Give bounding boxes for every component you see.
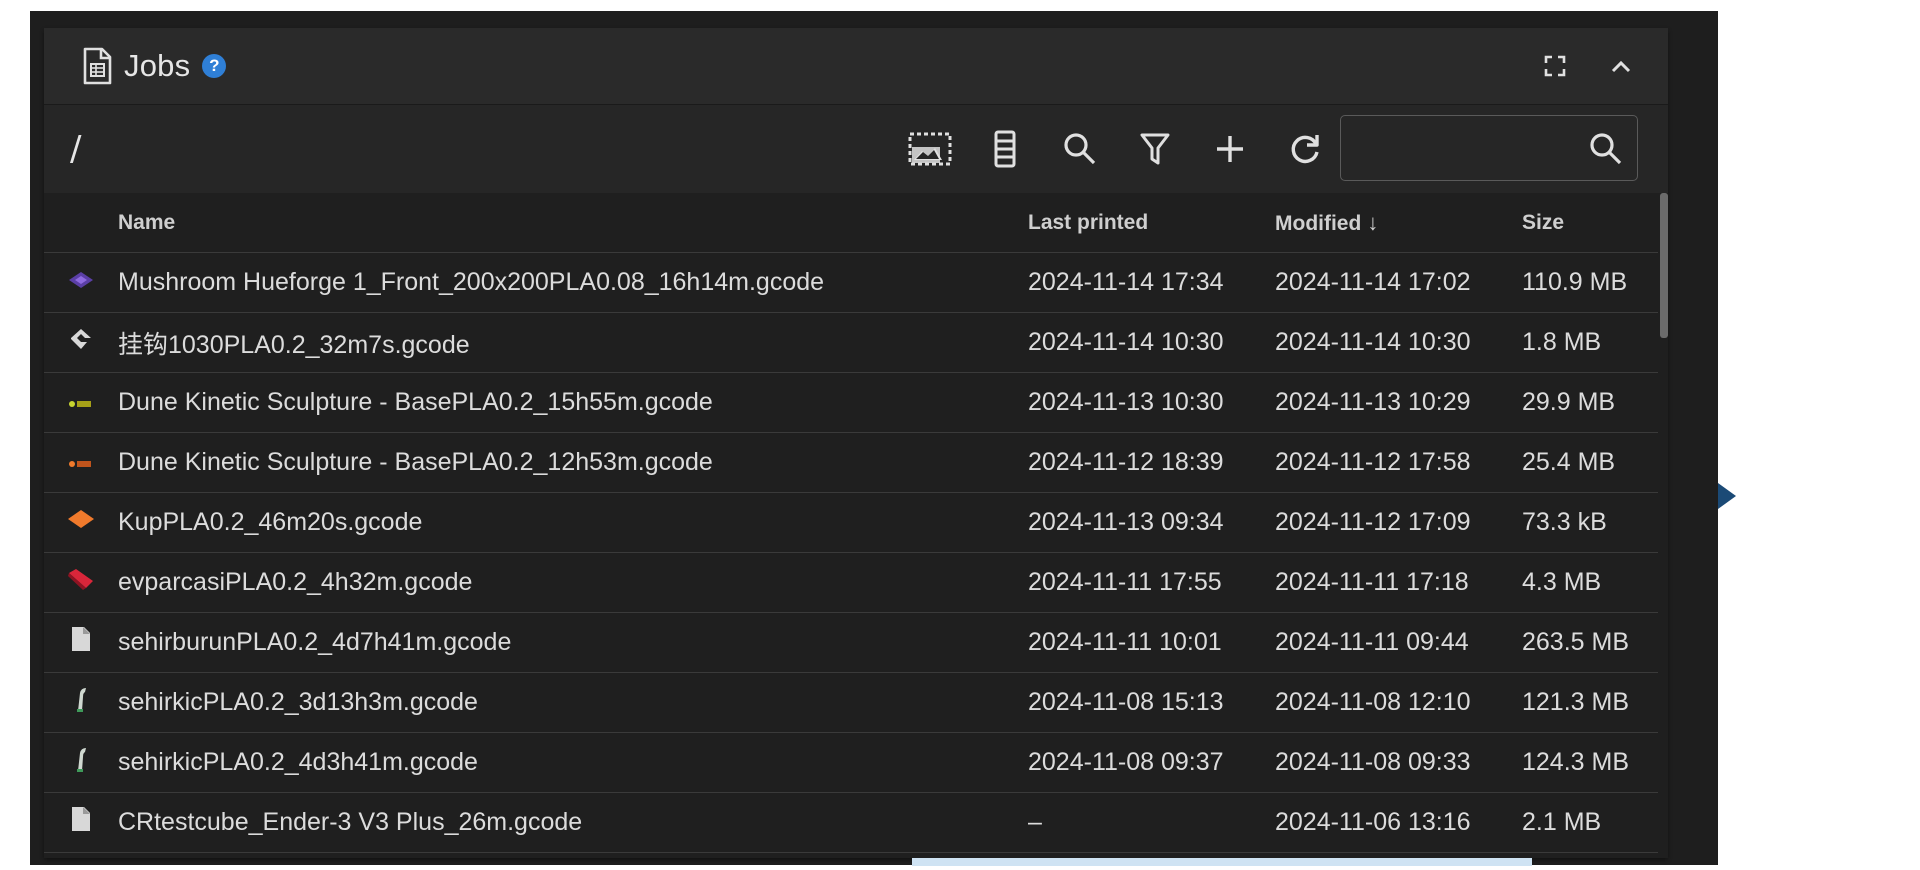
collapse-chevron-up-icon[interactable] (1610, 58, 1632, 74)
add-icon[interactable] (1192, 105, 1267, 193)
last-printed: – (1028, 792, 1275, 853)
last-printed: 2024-11-08 15:13 (1028, 672, 1275, 733)
diamond-thumb-icon (44, 492, 118, 553)
last-printed: 2024-11-11 10:01 (1028, 612, 1275, 673)
fullscreen-icon[interactable] (1544, 55, 1566, 77)
table-row[interactable]: KupPLA0.2_46m20s.gcode 2024-11-13 09:34 … (44, 492, 1658, 553)
table-row[interactable]: sehirkicPLA0.2_3d13h3m.gcode 2024-11-08 … (44, 672, 1658, 733)
header-modified[interactable]: Modified ↓ (1275, 193, 1522, 253)
last-printed: 2024-11-13 09:34 (1028, 492, 1275, 553)
table-row[interactable]: sehirkicPLA0.2_4d3h41m.gcode 2024-11-08 … (44, 732, 1658, 793)
header-thumbnail (44, 193, 118, 253)
file-name: 挂钩1030PLA0.2_32m7s.gcode (118, 312, 1028, 373)
document-icon (80, 45, 114, 87)
file-name: CRtestcube_Ender-3 V3 Plus_26m.gcode (118, 792, 1028, 853)
last-printed: 2024-11-13 10:30 (1028, 372, 1275, 433)
table-row[interactable]: 挂钩1030PLA0.2_32m7s.gcode 2024-11-14 10:3… (44, 312, 1658, 373)
search-input[interactable] (1353, 116, 1577, 182)
jobs-table: Name Last printed Modified ↓ Size Mushroo… (44, 193, 1658, 853)
modified-date: 2024-11-12 17:58 (1275, 432, 1522, 493)
search-icon[interactable] (1042, 105, 1117, 193)
header-modified-label: Modified (1275, 211, 1362, 235)
last-printed: 2024-11-08 09:37 (1028, 732, 1275, 793)
file-size: 4.3 MB (1522, 552, 1658, 613)
file-size: 2.1 MB (1522, 792, 1658, 853)
file-size: 1.8 MB (1522, 312, 1658, 373)
file-icon (44, 612, 118, 673)
last-printed: 2024-11-14 10:30 (1028, 312, 1275, 373)
file-size: 263.5 MB (1522, 612, 1658, 673)
last-printed: 2024-11-11 17:55 (1028, 552, 1275, 613)
table-row[interactable]: Mushroom Hueforge 1_Front_200x200PLA0.08… (44, 252, 1658, 313)
file-size: 29.9 MB (1522, 372, 1658, 433)
modified-date: 2024-11-14 17:02 (1275, 252, 1522, 313)
file-size: 121.3 MB (1522, 672, 1658, 733)
file-name: sehirburunPLA0.2_4d7h41m.gcode (118, 612, 1028, 673)
file-name: evparcasiPLA0.2_4h32m.gcode (118, 552, 1028, 613)
card-header: Jobs ? (44, 28, 1668, 105)
header-last-printed[interactable]: Last printed (1028, 193, 1275, 253)
file-name: KupPLA0.2_46m20s.gcode (118, 492, 1028, 553)
modified-date: 2024-11-13 10:29 (1275, 372, 1522, 433)
table-row[interactable]: sehirburunPLA0.2_4d7h41m.gcode 2024-11-1… (44, 612, 1658, 673)
thumbnail-toggle-icon[interactable] (892, 105, 967, 193)
jobs-table-container: Name Last printed Modified ↓ Size Mushroo… (44, 193, 1668, 858)
file-name: sehirkicPLA0.2_3d13h3m.gcode (118, 672, 1028, 733)
refresh-icon[interactable] (1267, 105, 1342, 193)
modified-date: 2024-11-08 09:33 (1275, 732, 1522, 793)
file-icon (44, 792, 118, 853)
breadcrumb-path[interactable]: / (70, 129, 81, 169)
file-name: Dune Kinetic Sculpture - BasePLA0.2_12h5… (118, 432, 1028, 493)
modified-date: 2024-11-06 13:16 (1275, 792, 1522, 853)
modified-date: 2024-11-08 12:10 (1275, 672, 1522, 733)
file-size: 124.3 MB (1522, 732, 1658, 793)
sculpture-yellow-thumb-icon (44, 372, 118, 433)
table-row[interactable]: Dune Kinetic Sculpture - BasePLA0.2_15h5… (44, 372, 1658, 433)
file-size: 110.9 MB (1522, 252, 1658, 313)
table-scrollbar[interactable] (1660, 193, 1668, 338)
modified-date: 2024-11-11 17:18 (1275, 552, 1522, 613)
search-input-icon[interactable] (1589, 132, 1623, 171)
background-bar-decoration (912, 858, 1532, 866)
table-row[interactable]: evparcasiPLA0.2_4h32m.gcode 2024-11-11 1… (44, 552, 1658, 613)
table-header-row: Name Last printed Modified ↓ Size (44, 193, 1658, 253)
file-toolbar: / (44, 105, 1668, 193)
last-printed: 2024-11-12 18:39 (1028, 432, 1275, 493)
file-size: 73.3 kB (1522, 492, 1658, 553)
file-name: Mushroom Hueforge 1_Front_200x200PLA0.08… (118, 252, 1028, 313)
header-size[interactable]: Size (1522, 193, 1658, 253)
file-name: sehirkicPLA0.2_4d3h41m.gcode (118, 732, 1028, 793)
modified-date: 2024-11-12 17:09 (1275, 492, 1522, 553)
page-title: Jobs (124, 48, 191, 83)
last-printed: 2024-11-14 17:34 (1028, 252, 1275, 313)
green-part-thumb-icon (44, 732, 118, 793)
sculpture-orange-thumb-icon (44, 432, 118, 493)
mushroom-thumb-icon (44, 252, 118, 313)
background-arrow-decoration (1718, 483, 1736, 509)
green-part-thumb-icon (44, 672, 118, 733)
red-part-thumb-icon (44, 552, 118, 613)
hook-thumb-icon (44, 312, 118, 373)
file-name: Dune Kinetic Sculpture - BasePLA0.2_15h5… (118, 372, 1028, 433)
header-name[interactable]: Name (118, 193, 1028, 253)
columns-icon[interactable] (967, 105, 1042, 193)
modified-date: 2024-11-14 10:30 (1275, 312, 1522, 373)
help-icon[interactable]: ? (202, 54, 227, 78)
filter-icon[interactable] (1117, 105, 1192, 193)
sort-descending-icon: ↓ (1367, 209, 1379, 235)
modified-date: 2024-11-11 09:44 (1275, 612, 1522, 673)
table-row[interactable]: Dune Kinetic Sculpture - BasePLA0.2_12h5… (44, 432, 1658, 493)
search-field-container (1340, 115, 1638, 182)
app-background: Jobs ? / Name Last printed Modified ↓ Si… (30, 11, 1718, 865)
jobs-card: Jobs ? / Name Last printed Modified ↓ Si… (44, 28, 1668, 858)
table-row[interactable]: CRtestcube_Ender-3 V3 Plus_26m.gcode – 2… (44, 792, 1658, 853)
file-size: 25.4 MB (1522, 432, 1658, 493)
